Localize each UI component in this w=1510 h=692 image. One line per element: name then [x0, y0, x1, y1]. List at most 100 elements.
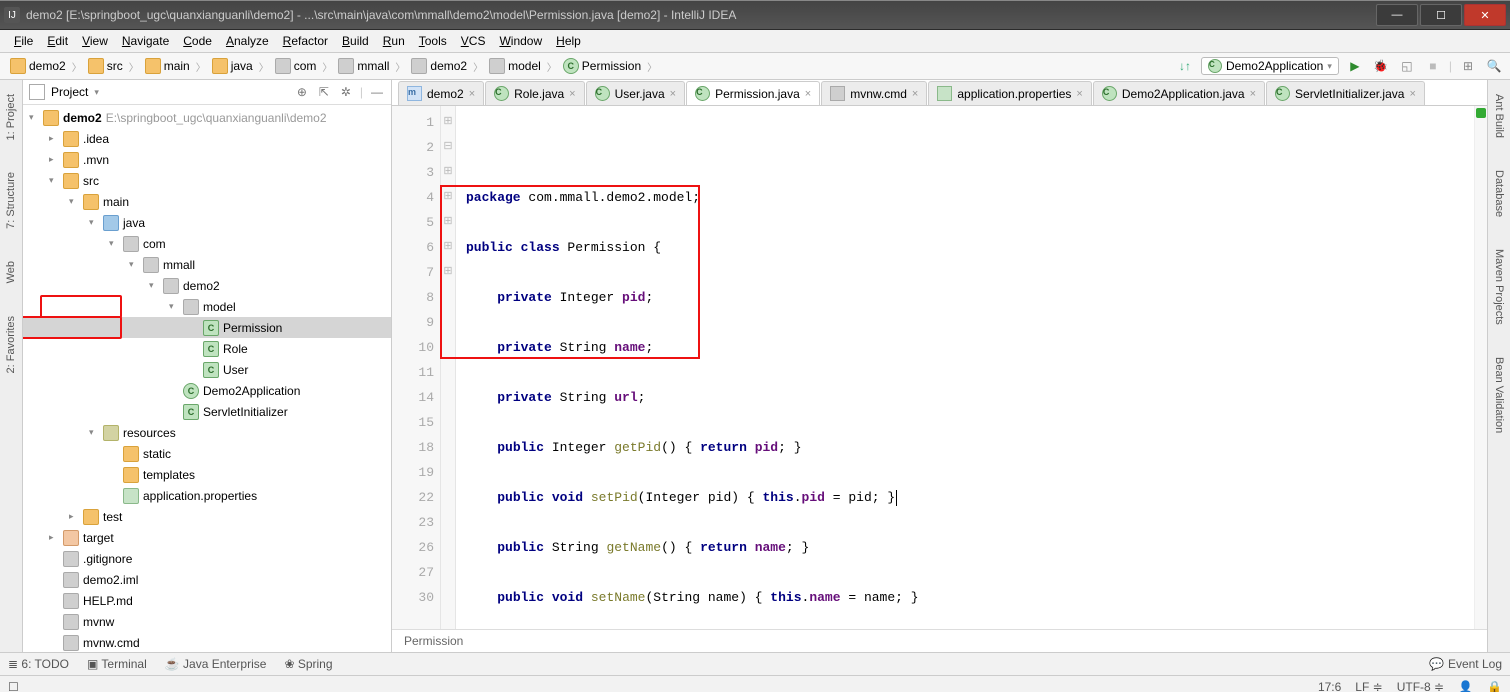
tree-item-demo2-iml[interactable]: demo2.iml	[23, 569, 391, 590]
tab-servletinitializer-java[interactable]: CServletInitializer.java×	[1266, 81, 1425, 105]
line-separator[interactable]: LF ≑	[1355, 680, 1382, 692]
tab-user-java[interactable]: CUser.java×	[586, 81, 685, 105]
tab-application-properties[interactable]: application.properties×	[928, 81, 1092, 105]
toolwindow-2--favorites[interactable]: 2: Favorites	[5, 312, 17, 377]
close-tab-icon[interactable]: ×	[469, 88, 475, 100]
structure-button[interactable]: ⊞	[1458, 56, 1478, 76]
menu-build[interactable]: Build	[336, 32, 375, 50]
menu-code[interactable]: Code	[177, 32, 218, 50]
close-tab-icon[interactable]: ×	[670, 88, 676, 100]
tree-item-permission[interactable]: CPermission	[23, 317, 391, 338]
tree-item-templates[interactable]: templates	[23, 464, 391, 485]
sync-icon[interactable]: ↓↑	[1175, 56, 1195, 76]
tree-item-test[interactable]: ▸test	[23, 506, 391, 527]
close-tab-icon[interactable]: ×	[912, 88, 918, 100]
breadcrumb-demo2[interactable]: demo2	[407, 56, 471, 76]
stop-button[interactable]: ■	[1423, 56, 1443, 76]
menu-tools[interactable]: Tools	[413, 32, 453, 50]
breadcrumb-model[interactable]: model	[485, 56, 545, 76]
tab-permission-java[interactable]: CPermission.java×	[686, 81, 820, 105]
tree-item-demo2[interactable]: ▾demo2	[23, 275, 391, 296]
menu-file[interactable]: File	[8, 32, 39, 50]
menu-navigate[interactable]: Navigate	[116, 32, 175, 50]
tree-item-servletinitializer[interactable]: CServletInitializer	[23, 401, 391, 422]
code-content[interactable]: package com.mmall.demo2.model; public cl…	[456, 106, 1474, 629]
event-log-button[interactable]: 💬 Event Log	[1429, 657, 1502, 671]
breadcrumb-java[interactable]: java	[208, 56, 257, 76]
tree-item-mmall[interactable]: ▾mmall	[23, 254, 391, 275]
tree-item-demo2application[interactable]: CDemo2Application	[23, 380, 391, 401]
toolwindow-bean-validation[interactable]: Bean Validation	[1493, 353, 1505, 437]
bottom-spring[interactable]: ❀ Spring	[284, 657, 332, 671]
tree-item-mvnw[interactable]: mvnw	[23, 611, 391, 632]
gear-icon[interactable]: ✲	[338, 84, 354, 100]
tree-item-user[interactable]: CUser	[23, 359, 391, 380]
tree-item--mvn[interactable]: ▸.mvn	[23, 149, 391, 170]
tree-item--idea[interactable]: ▸.idea	[23, 128, 391, 149]
search-button[interactable]: 🔍	[1484, 56, 1504, 76]
menu-refactor[interactable]: Refactor	[277, 32, 334, 50]
menu-window[interactable]: Window	[493, 32, 548, 50]
tree-item--gitignore[interactable]: .gitignore	[23, 548, 391, 569]
lock-icon[interactable]: 🔒	[1487, 680, 1502, 692]
project-view-icon[interactable]	[29, 84, 45, 100]
breadcrumb-mmall[interactable]: mmall	[334, 56, 393, 76]
collapse-icon[interactable]: ⇱	[316, 84, 332, 100]
tree-item-model[interactable]: ▾model	[23, 296, 391, 317]
tab-demo2[interactable]: mdemo2×	[398, 81, 484, 105]
bottom-terminal[interactable]: ▣ Terminal	[87, 657, 147, 671]
file-encoding[interactable]: UTF-8 ≑	[1397, 680, 1444, 692]
toolwindow-ant-build[interactable]: Ant Build	[1493, 90, 1505, 142]
tree-item-help-md[interactable]: HELP.md	[23, 590, 391, 611]
bottom-java-enterprise[interactable]: ☕ Java Enterprise	[165, 657, 267, 671]
chevron-down-icon[interactable]: ▾	[94, 87, 99, 98]
menu-vcs[interactable]: VCS	[455, 32, 492, 50]
toolwindow-1--project[interactable]: 1: Project	[5, 90, 17, 144]
menu-edit[interactable]: Edit	[41, 32, 74, 50]
close-tab-icon[interactable]: ×	[1076, 88, 1082, 100]
menu-analyze[interactable]: Analyze	[220, 32, 275, 50]
breadcrumb-src[interactable]: src	[84, 56, 127, 76]
breadcrumb-permission[interactable]: CPermission	[559, 56, 645, 76]
tab-demo2application-java[interactable]: CDemo2Application.java×	[1093, 81, 1265, 105]
breadcrumb-com[interactable]: com	[271, 56, 321, 76]
close-tab-icon[interactable]: ×	[569, 88, 575, 100]
tree-item-resources[interactable]: ▾resources	[23, 422, 391, 443]
error-stripe[interactable]	[1474, 106, 1487, 629]
tree-item-java[interactable]: ▾java	[23, 212, 391, 233]
menu-run[interactable]: Run	[377, 32, 411, 50]
menu-view[interactable]: View	[76, 32, 114, 50]
tree-item-application-properties[interactable]: application.properties	[23, 485, 391, 506]
minimize-button[interactable]: —	[1376, 4, 1418, 26]
tab-role-java[interactable]: CRole.java×	[485, 81, 584, 105]
caret-position[interactable]: 17:6	[1318, 680, 1341, 692]
tree-item-role[interactable]: CRole	[23, 338, 391, 359]
inspector-icon[interactable]: 👤	[1458, 680, 1473, 692]
status-msg-icon[interactable]: ☐	[8, 680, 19, 692]
close-tab-icon[interactable]: ×	[1409, 88, 1415, 100]
menu-help[interactable]: Help	[550, 32, 587, 50]
tree-root[interactable]: ▾demo2 E:\springboot_ugc\quanxianguanli\…	[23, 107, 391, 128]
debug-button[interactable]: 🐞	[1371, 56, 1391, 76]
tree-item-static[interactable]: static	[23, 443, 391, 464]
coverage-button[interactable]: ◱	[1397, 56, 1417, 76]
close-button[interactable]: ✕	[1464, 4, 1506, 26]
breadcrumb-main[interactable]: main	[141, 56, 194, 76]
tab-mvnw-cmd[interactable]: mvnw.cmd×	[821, 81, 927, 105]
close-tab-icon[interactable]: ×	[1250, 88, 1256, 100]
tree-item-com[interactable]: ▾com	[23, 233, 391, 254]
toolwindow-maven-projects[interactable]: Maven Projects	[1493, 245, 1505, 329]
close-tab-icon[interactable]: ×	[805, 88, 811, 100]
project-tree[interactable]: ▾demo2 E:\springboot_ugc\quanxianguanli\…	[23, 105, 391, 652]
hide-icon[interactable]: —	[369, 84, 385, 100]
tree-item-main[interactable]: ▾main	[23, 191, 391, 212]
toolwindow-database[interactable]: Database	[1493, 166, 1505, 221]
run-button[interactable]: ▶	[1345, 56, 1365, 76]
tree-item-src[interactable]: ▾src	[23, 170, 391, 191]
toolwindow-7--structure[interactable]: 7: Structure	[5, 168, 17, 233]
locate-icon[interactable]: ⊕	[294, 84, 310, 100]
bottom-6--todo[interactable]: ≣ 6: TODO	[8, 657, 69, 671]
maximize-button[interactable]: ☐	[1420, 4, 1462, 26]
breadcrumb-demo2[interactable]: demo2	[6, 56, 70, 76]
tree-item-mvnw-cmd[interactable]: mvnw.cmd	[23, 632, 391, 652]
